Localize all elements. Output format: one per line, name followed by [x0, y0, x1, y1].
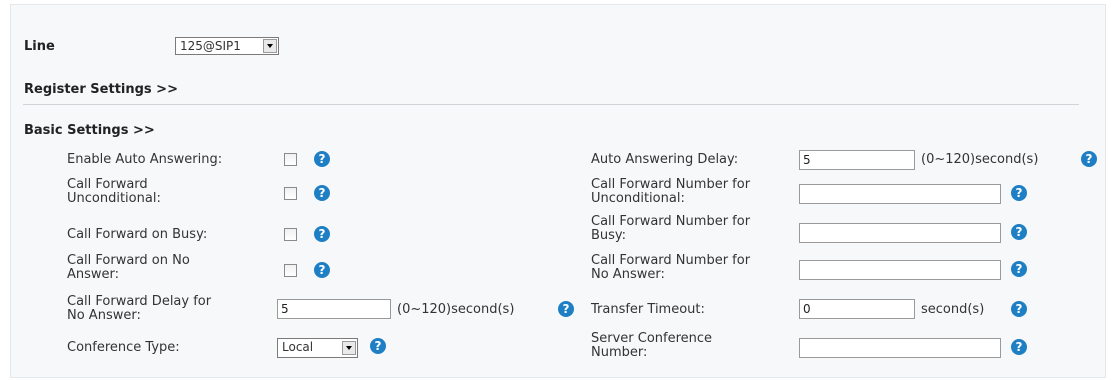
cf-unconditional-label-line1: Call Forward [67, 177, 148, 192]
auto-answer-delay-label: Auto Answering Delay: [591, 152, 739, 167]
help-icon[interactable]: ? [314, 185, 330, 201]
help-icon[interactable]: ? [1011, 185, 1027, 201]
register-settings-header[interactable]: Register Settings >> [24, 82, 178, 97]
cf-delay-label-line2: No Answer: [67, 308, 141, 323]
help-icon[interactable]: ? [1011, 339, 1027, 355]
cf-number-no-answer-label: Call Forward Number for No Answer: [591, 254, 750, 282]
line-label: Line [24, 39, 55, 54]
auto-answer-delay-input[interactable]: 5 [799, 150, 915, 170]
cf-no-answer-label: Call Forward on No Answer: [67, 254, 190, 282]
help-icon[interactable]: ? [1011, 301, 1027, 317]
cf-no-answer-checkbox[interactable] [284, 264, 297, 277]
server-conference-label-line2: Number: [591, 345, 648, 360]
help-icon[interactable]: ? [314, 262, 330, 278]
cf-delay-unit: (0~120)second(s) [397, 302, 515, 317]
divider [23, 104, 1079, 105]
cf-number-no-answer-label-line1: Call Forward Number for [591, 253, 751, 268]
help-icon[interactable]: ? [558, 301, 574, 317]
cf-unconditional-label: Call Forward Unconditional: [67, 178, 161, 206]
cf-number-unconditional-label: Call Forward Number for Unconditional: [591, 178, 750, 206]
cf-number-unconditional-label-line2: Unconditional: [591, 191, 685, 206]
cf-number-busy-label-line2: Busy: [591, 228, 627, 243]
auto-answer-checkbox[interactable] [284, 153, 297, 166]
cf-delay-label: Call Forward Delay for No Answer: [67, 295, 211, 323]
auto-answer-label: Enable Auto Answering: [67, 152, 223, 167]
server-conference-label-line1: Server Conference [591, 331, 713, 346]
cf-number-busy-input[interactable] [799, 223, 1001, 243]
cf-unconditional-label-line2: Unconditional: [67, 191, 161, 206]
cf-no-answer-label-line1: Call Forward on No [67, 253, 190, 268]
conference-type-select[interactable]: Local [277, 338, 358, 358]
help-icon[interactable]: ? [1011, 261, 1027, 277]
cf-number-busy-label: Call Forward Number for Busy: [591, 215, 750, 243]
cf-unconditional-checkbox[interactable] [284, 187, 297, 200]
help-icon[interactable]: ? [1081, 151, 1097, 167]
cf-busy-checkbox[interactable] [284, 228, 297, 241]
cf-delay-input[interactable]: 5 [277, 299, 391, 319]
cf-number-no-answer-label-line2: No Answer: [591, 267, 665, 282]
help-icon[interactable]: ? [1011, 224, 1027, 240]
basic-settings-header[interactable]: Basic Settings >> [24, 123, 155, 138]
help-icon[interactable]: ? [314, 151, 330, 167]
auto-answer-delay-unit: (0~120)second(s) [921, 152, 1039, 167]
cf-number-no-answer-input[interactable] [799, 260, 1001, 280]
transfer-timeout-label: Transfer Timeout: [591, 302, 705, 317]
chevron-down-icon [263, 39, 277, 53]
cf-busy-label: Call Forward on Busy: [67, 227, 208, 242]
conference-type-value: Local [282, 340, 314, 354]
cf-delay-label-line1: Call Forward Delay for [67, 294, 212, 309]
line-select[interactable]: 125@SIP1 [175, 37, 279, 55]
server-conference-input[interactable] [799, 338, 1001, 358]
help-icon[interactable]: ? [314, 226, 330, 242]
cf-number-unconditional-input[interactable] [799, 184, 1001, 204]
conference-type-label: Conference Type: [67, 340, 180, 355]
transfer-timeout-input[interactable]: 0 [799, 299, 915, 319]
line-select-value: 125@SIP1 [180, 39, 241, 53]
cf-no-answer-label-line2: Answer: [67, 267, 120, 282]
cf-number-unconditional-label-line1: Call Forward Number for [591, 177, 751, 192]
chevron-down-icon [342, 341, 356, 355]
transfer-timeout-unit: second(s) [921, 302, 985, 317]
server-conference-label: Server Conference Number: [591, 332, 712, 360]
cf-number-busy-label-line1: Call Forward Number for [591, 214, 751, 229]
settings-panel: Line 125@SIP1 Register Settings >> Basic… [10, 4, 1106, 378]
help-icon[interactable]: ? [370, 338, 386, 354]
